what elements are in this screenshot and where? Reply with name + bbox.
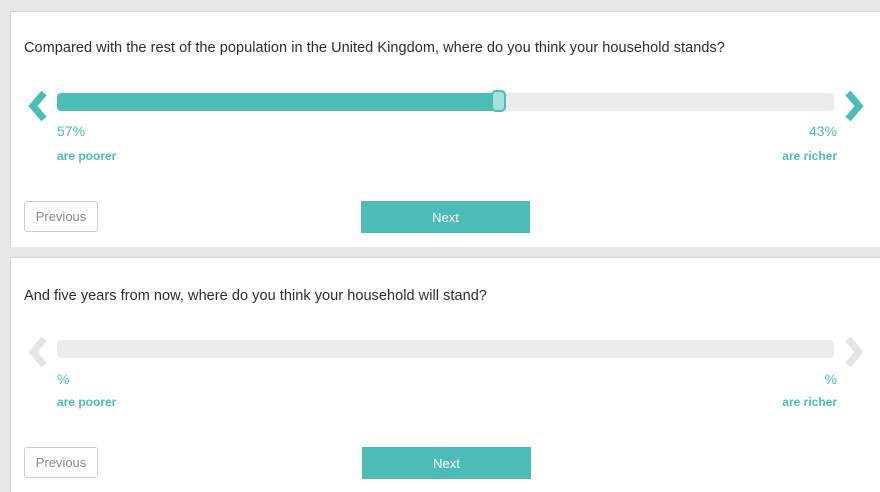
question-text: And five years from now, where do you th… xyxy=(24,288,487,304)
next-button[interactable]: Next xyxy=(362,447,531,479)
question-card: Compared with the rest of the population… xyxy=(10,11,880,247)
poorer-caption: are poorer xyxy=(57,149,117,163)
richer-caption: are richer xyxy=(782,395,837,409)
richer-percent: % xyxy=(824,371,837,387)
previous-button[interactable]: Previous xyxy=(24,201,98,232)
question-card: And five years from now, where do you th… xyxy=(10,257,880,492)
chevron-left-icon[interactable] xyxy=(25,88,51,124)
richer-caption: are richer xyxy=(782,149,837,163)
slider-fill xyxy=(57,93,500,111)
chevron-right-icon[interactable] xyxy=(841,334,867,370)
poorer-percent: 57% xyxy=(57,123,86,139)
question-text: Compared with the rest of the population… xyxy=(24,40,725,56)
slider-handle[interactable] xyxy=(490,90,506,112)
chevron-left-icon[interactable] xyxy=(25,334,51,370)
previous-button[interactable]: Previous xyxy=(24,447,98,478)
next-button[interactable]: Next xyxy=(361,201,530,233)
richer-percent: 43% xyxy=(808,123,837,139)
poorer-percent: % xyxy=(57,371,70,387)
chevron-right-icon[interactable] xyxy=(841,88,867,124)
poorer-caption: are poorer xyxy=(57,395,117,409)
slider-track[interactable] xyxy=(57,90,834,112)
slider-track[interactable] xyxy=(57,340,834,358)
